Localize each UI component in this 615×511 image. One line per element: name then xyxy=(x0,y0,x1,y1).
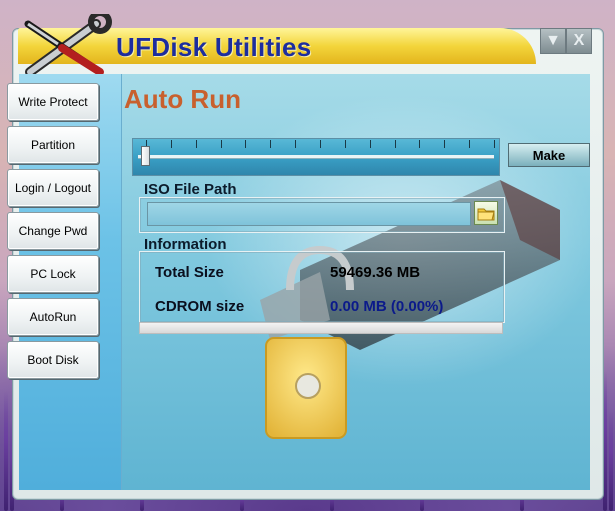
cdrom-size-value: 0.00 MB (0.00%) xyxy=(330,298,444,315)
page-title: Auto Run xyxy=(124,84,241,114)
slider-tick xyxy=(245,140,247,148)
slider-tick xyxy=(369,140,371,148)
close-icon[interactable]: X xyxy=(566,28,592,54)
slider-tick xyxy=(344,140,346,148)
sidebar-item-pc-lock[interactable]: PC Lock xyxy=(7,255,99,293)
sidebar-item-login-logout[interactable]: Login / Logout xyxy=(7,169,99,207)
slider-tick xyxy=(469,140,471,148)
slider-tick xyxy=(220,140,222,148)
sidebar-item-write-protect[interactable]: Write Protect xyxy=(7,83,99,121)
total-size-value: 59469.36 MB xyxy=(330,264,421,281)
sidebar-item-autorun[interactable]: AutoRun xyxy=(7,298,99,336)
minimize-icon[interactable]: ▼ xyxy=(540,28,566,54)
slider-tick xyxy=(444,140,446,148)
app-title: UFDisk Utilities xyxy=(116,32,312,62)
total-size-label: Total Size xyxy=(155,264,224,281)
sidebar-item-partition[interactable]: Partition xyxy=(7,126,99,164)
slider-tick xyxy=(494,140,495,148)
window-controls: ▼ X xyxy=(540,28,592,54)
slider-tick xyxy=(195,140,197,148)
iso-path-input[interactable] xyxy=(147,202,471,226)
folder-browse-icon xyxy=(477,208,495,221)
folder-browse-button[interactable] xyxy=(474,201,498,225)
slider-thumb[interactable] xyxy=(141,146,150,166)
slider-tick xyxy=(270,140,272,148)
iso-file-path-label: ISO File Path xyxy=(144,181,237,198)
sidebar-item-change-pwd[interactable]: Change Pwd xyxy=(7,212,99,250)
cdrom-progress-bar xyxy=(139,322,503,334)
slider-tick xyxy=(320,140,321,148)
slider-tick xyxy=(170,140,172,148)
slider-tick xyxy=(419,140,421,148)
sidebar-item-boot-disk[interactable]: Boot Disk xyxy=(7,341,99,379)
slider-tick xyxy=(295,140,297,148)
tools-logo-icon xyxy=(24,14,112,77)
cdrom-size-label: CDROM size xyxy=(155,298,245,315)
slider-tick xyxy=(394,140,396,148)
slider-groove xyxy=(138,155,494,159)
make-button[interactable]: Make xyxy=(508,143,590,167)
